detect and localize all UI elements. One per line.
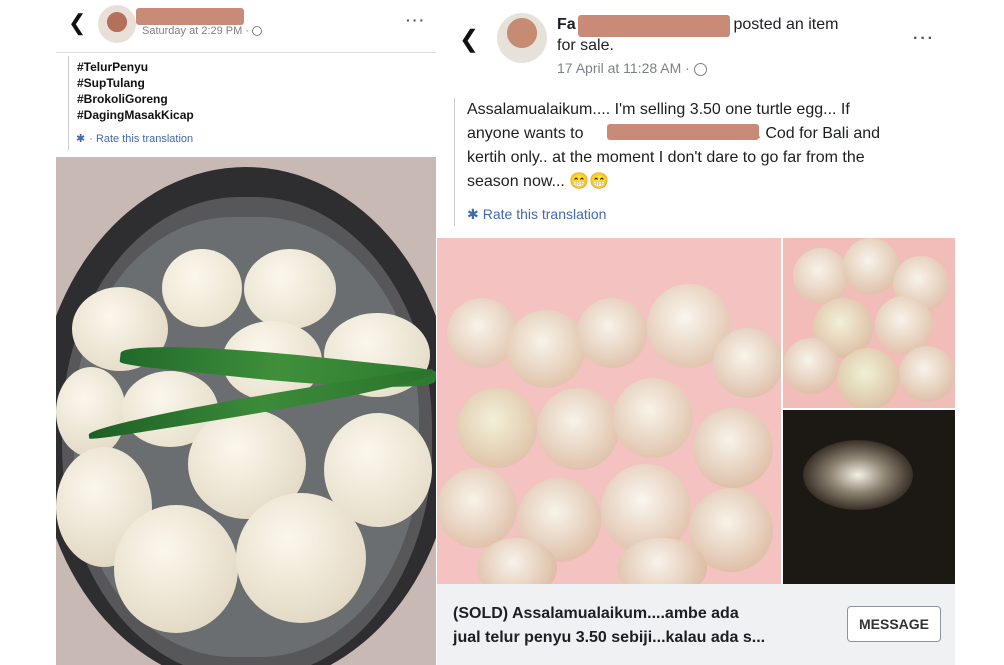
avatar[interactable] [497, 13, 547, 63]
back-arrow-icon[interactable]: ❮ [459, 28, 479, 52]
body-line: season now... 😁😁 [467, 173, 610, 190]
right-post: ❮ Faie posted an item for sale. 17 April… [437, 0, 955, 665]
author-name-start[interactable]: Fa [557, 16, 576, 33]
gear-icon: ✱ [467, 206, 479, 222]
hashtag[interactable]: #DagingMasakKicap [77, 107, 194, 123]
globe-icon [693, 62, 707, 76]
message-button[interactable]: MESSAGE [847, 606, 941, 642]
left-post: ❮ Saturday at 2:29 PM · ··· #TelurPenyu … [56, 0, 436, 665]
more-options-icon[interactable]: ··· [913, 30, 935, 48]
avatar[interactable] [98, 5, 136, 43]
listing-photo-main[interactable] [437, 238, 781, 584]
hashtag[interactable]: #TelurPenyu [77, 59, 194, 75]
post-action-2: for sale. [557, 37, 614, 54]
redacted-text [607, 124, 759, 140]
rate-translation-link[interactable]: ✱ Rate this translation [467, 206, 606, 223]
more-options-icon[interactable]: ··· [406, 12, 426, 28]
grin-emoji: 😁😁 [569, 173, 610, 190]
hashtag[interactable]: #BrokoliGoreng [77, 91, 194, 107]
post-timestamp[interactable]: 17 April at 11:28 AM · [557, 60, 707, 76]
back-arrow-icon[interactable]: ❮ [68, 12, 86, 34]
listing-title[interactable]: (SOLD) Assalamualaikum....ambe ada jual … [453, 602, 765, 650]
body-line: kertih only.. at the moment I don't dare… [467, 149, 865, 166]
redacted-author-name [578, 15, 730, 37]
rate-translation-link[interactable]: ✱ · Rate this translation [76, 132, 193, 145]
post-timestamp[interactable]: Saturday at 2:29 PM · [142, 25, 263, 37]
redacted-author-name [136, 8, 244, 25]
listing-footer: (SOLD) Assalamualaikum....ambe ada jual … [437, 584, 955, 665]
post-action: posted an item [733, 16, 839, 33]
divider [56, 52, 436, 53]
body-line: Assalamualaikum.... I'm selling 3.50 one… [467, 101, 850, 118]
gear-icon: ✱ [76, 133, 86, 145]
post-photo-eggs-in-pot[interactable] [56, 157, 436, 665]
listing-photo-3[interactable] [783, 410, 955, 584]
hashtag[interactable]: #SupTulang [77, 75, 194, 91]
globe-icon [252, 26, 263, 37]
listing-photo-2[interactable] [783, 238, 955, 408]
